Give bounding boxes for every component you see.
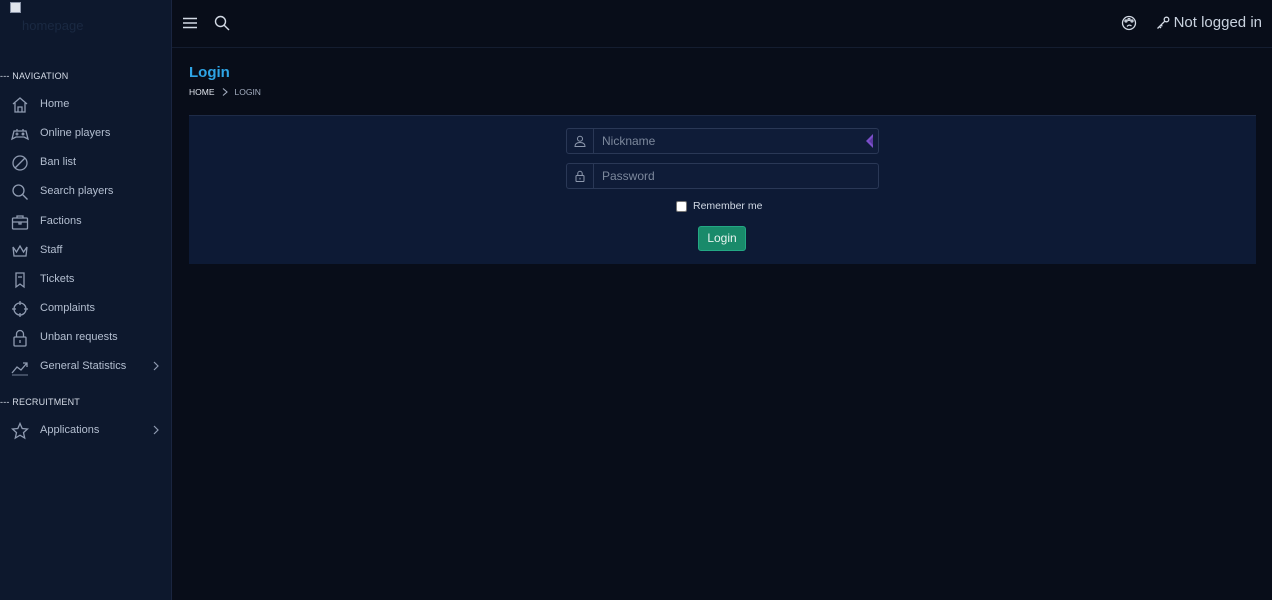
sidebar-item-label: Home	[40, 98, 70, 110]
crown-icon	[11, 242, 29, 260]
password-input[interactable]	[595, 164, 878, 188]
trend-icon	[11, 358, 29, 376]
bookmark-icon	[11, 271, 29, 289]
password-manager-icon[interactable]	[865, 134, 873, 148]
logo-alt-text: homepage	[22, 18, 84, 33]
sidebar-item-tickets[interactable]: Tickets	[0, 265, 172, 294]
sidebar-item-staff[interactable]: Staff	[0, 236, 172, 265]
briefcase-icon	[11, 213, 29, 231]
sidebar-item-applications[interactable]: Applications	[0, 416, 172, 445]
remember-me[interactable]: Remember me	[676, 200, 762, 212]
nickname-field	[566, 128, 879, 154]
user-status-text: Not logged in	[1173, 14, 1262, 31]
broken-image-icon	[10, 2, 21, 13]
user-status[interactable]: Not logged in	[1156, 14, 1262, 31]
sidebar-item-label: General Statistics	[40, 360, 127, 372]
search-icon	[11, 183, 29, 201]
chevron-right-icon	[151, 424, 161, 436]
sidebar-item-home[interactable]: Home	[0, 90, 172, 119]
user-icon	[567, 129, 594, 153]
sidebar-item-complaints[interactable]: Complaints	[0, 294, 172, 323]
ban-icon	[11, 154, 29, 172]
home-icon	[11, 96, 29, 114]
breadcrumb-home[interactable]: HOME	[189, 87, 215, 97]
key-icon	[1156, 16, 1170, 30]
breadcrumb-current: LOGIN	[234, 87, 261, 97]
logo[interactable]: homepage	[10, 2, 160, 38]
section-title-recruitment: --- RECRUITMENT	[0, 397, 80, 407]
sidebar-item-general-statistics[interactable]: General Statistics	[0, 352, 172, 381]
sidebar-item-online-players[interactable]: Online players	[0, 119, 172, 148]
search-icon[interactable]	[214, 15, 230, 31]
sidebar-item-label: Unban requests	[40, 331, 118, 343]
login-button[interactable]: Login	[698, 226, 746, 251]
hamburger-icon[interactable]	[182, 15, 198, 31]
topbar: Not logged in	[172, 0, 1272, 48]
sidebar-item-factions[interactable]: Factions	[0, 207, 172, 236]
remember-me-checkbox[interactable]	[676, 200, 687, 212]
sidebar-item-ban-list[interactable]: Ban list	[0, 148, 172, 177]
sidebar-item-unban-requests[interactable]: Unban requests	[0, 323, 172, 352]
remember-me-label: Remember me	[693, 200, 763, 212]
sidebar-item-label: Applications	[40, 424, 100, 436]
sidebar-item-label: Tickets	[40, 273, 75, 285]
palette-icon[interactable]	[1121, 15, 1137, 31]
password-field	[566, 163, 879, 189]
sidebar-item-label: Search players	[40, 185, 114, 197]
sidebar-item-label: Online players	[40, 127, 111, 139]
sidebar-item-search-players[interactable]: Search players	[0, 177, 172, 206]
sidebar-item-label: Complaints	[40, 302, 96, 314]
chevron-right-icon	[151, 360, 161, 372]
crosshair-icon	[11, 300, 29, 318]
sidebar-item-label: Ban list	[40, 156, 77, 168]
sidebar-item-label: Staff	[40, 244, 63, 256]
nickname-input[interactable]	[595, 129, 878, 153]
sidebar-item-label: Factions	[40, 215, 82, 227]
chevron-right-icon	[221, 87, 229, 97]
star-icon	[11, 422, 29, 440]
lock-icon	[11, 329, 29, 347]
sidebar: homepage --- NAVIGATION Home Online play…	[0, 0, 172, 600]
section-title-navigation: --- NAVIGATION	[0, 71, 69, 81]
lock-icon	[567, 164, 594, 188]
gamepad-icon	[11, 125, 29, 143]
breadcrumb: HOME LOGIN	[189, 87, 261, 97]
page-title: Login	[189, 64, 230, 81]
